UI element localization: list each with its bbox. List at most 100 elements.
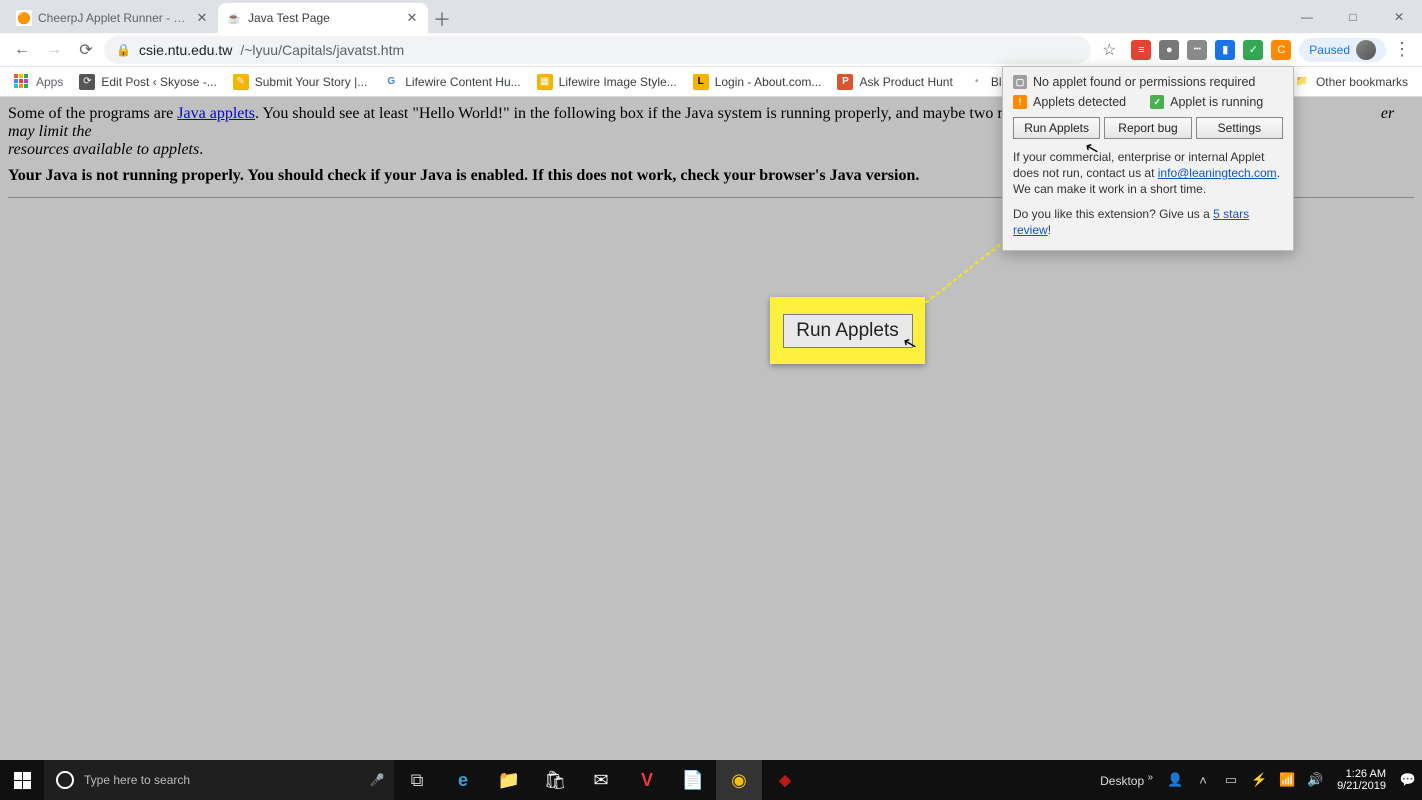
run-applets-button-highlight[interactable]: Run Applets (783, 314, 913, 348)
text-italic: resources available to applets (8, 141, 199, 158)
bm-label: Edit Post ‹ Skyose -... (101, 75, 216, 89)
volume-icon[interactable]: 🔊 (1301, 772, 1329, 788)
start-button[interactable] (0, 760, 44, 800)
omnibox[interactable]: 🔒 csie.ntu.edu.tw /~lyuu/Capitals/javatst… (104, 36, 1091, 64)
folder-icon: 📁 (1294, 74, 1310, 90)
bookmark-item[interactable]: G Lifewire Content Hu... (377, 69, 526, 95)
profile-label: Paused (1309, 43, 1350, 57)
window-controls: — □ ✕ (1284, 0, 1422, 33)
report-bug-button[interactable]: Report bug (1104, 117, 1191, 139)
action-center-icon[interactable]: 💬 (1394, 772, 1422, 788)
cheerpj-popup: ▢ No applet found or permissions require… (1002, 66, 1294, 251)
taskbar-search[interactable]: Type here to search (44, 760, 360, 800)
bm-label: Other bookmarks (1316, 75, 1408, 89)
mcafee-icon[interactable]: ⬥ (762, 760, 808, 800)
bookmark-item[interactable]: ✎Submit Your Story |... (227, 69, 374, 95)
bm-favicon: P (837, 74, 853, 90)
bm-label: Apps (36, 75, 63, 89)
bm-favicon: ⟳ (79, 74, 95, 90)
ext-pass-icon[interactable]: ••• (1187, 40, 1207, 60)
mic-icon[interactable]: 🎤 (360, 760, 394, 800)
windows-logo-icon (14, 772, 31, 789)
browser-window: 🟠 CheerpJ Applet Runner - Chrome ✕ ☕ Jav… (0, 0, 1422, 800)
bookmark-item[interactable]: L Login - About.com... (687, 69, 828, 95)
time-text: 1:26 AM (1337, 768, 1386, 780)
close-icon[interactable]: ✕ (404, 10, 420, 26)
url-path: /~lyuu/Capitals/javatst.htm (240, 42, 404, 58)
file-explorer-icon[interactable]: 📁 (486, 760, 532, 800)
connector-line (920, 237, 1010, 307)
tab-strip: 🟠 CheerpJ Applet Runner - Chrome ✕ ☕ Jav… (0, 0, 1422, 33)
popup-button-row: Run Applets Report bug Settings (1013, 117, 1283, 139)
maximize-button[interactable]: □ (1330, 0, 1376, 33)
kebab-menu-icon[interactable]: ⋮ (1390, 39, 1414, 60)
task-view-button[interactable]: ⧉ (394, 760, 440, 800)
shield-orange-icon: ! (1013, 95, 1027, 109)
tab-cheerpj[interactable]: 🟠 CheerpJ Applet Runner - Chrome ✕ (8, 3, 218, 33)
chrome-icon[interactable]: ◉ (716, 760, 762, 800)
bm-favicon: ▦ (537, 74, 553, 90)
extension-icons: ≡ ● ••• ▮ ✓ C (1127, 40, 1295, 60)
tab-java-test[interactable]: ☕ Java Test Page ✕ (218, 3, 428, 33)
edge-icon[interactable]: e (440, 760, 486, 800)
clock[interactable]: 1:26 AM 9/21/2019 (1329, 768, 1394, 792)
popup-status-row: !Applets detected ✓Applet is running (1013, 95, 1283, 109)
windows-taskbar: Type here to search 🎤 ⧉ e 📁 🛍 ✉ V 📄 ◉ ⬥ … (0, 760, 1422, 800)
people-icon[interactable]: 👤 (1161, 772, 1189, 788)
address-bar-row: ← → ⟳ 🔒 csie.ntu.edu.tw /~lyuu/Capitals/j… (0, 33, 1422, 67)
bookmark-item[interactable]: PAsk Product Hunt (831, 69, 958, 95)
bm-favicon: G (383, 74, 399, 90)
reload-button[interactable]: ⟳ (72, 36, 100, 64)
text: . (199, 141, 203, 158)
bm-favicon: • (969, 74, 985, 90)
star-icon[interactable]: ☆ (1095, 36, 1123, 64)
desktop-toolbar[interactable]: Desktop » (1092, 772, 1161, 788)
new-tab-button[interactable]: ＋ (428, 5, 456, 33)
ext-todoist-icon[interactable]: ≡ (1131, 40, 1151, 60)
ext-green-icon[interactable]: ✓ (1243, 40, 1263, 60)
lock-icon: 🔒 (116, 43, 131, 57)
forward-button[interactable]: → (40, 36, 68, 64)
popup-status-text: Applets detected (1033, 95, 1126, 109)
close-window-button[interactable]: ✕ (1376, 0, 1422, 33)
apps-grid-icon (14, 74, 30, 90)
power-icon[interactable]: ⚡ (1245, 772, 1273, 788)
bm-label: Login - About.com... (715, 75, 822, 89)
url-host: csie.ntu.edu.tw (139, 42, 232, 58)
favicon-cheerpj: 🟠 (16, 10, 32, 26)
apps-button[interactable]: Apps (8, 69, 69, 95)
ext-grey-icon[interactable]: ● (1159, 40, 1179, 60)
profile-chip[interactable]: Paused (1299, 38, 1386, 62)
java-applets-link[interactable]: Java applets (177, 105, 255, 122)
ext-blue-icon[interactable]: ▮ (1215, 40, 1235, 60)
favicon-java: ☕ (226, 10, 242, 26)
mail-icon[interactable]: ✉ (578, 760, 624, 800)
popup-note: If your commercial, enterprise or intern… (1013, 149, 1283, 198)
bm-label: Lifewire Content Hu... (405, 75, 520, 89)
notepad-icon[interactable]: 📄 (670, 760, 716, 800)
vivaldi-icon[interactable]: V (624, 760, 670, 800)
bookmark-item[interactable]: ▦Lifewire Image Style... (531, 69, 683, 95)
back-button[interactable]: ← (8, 36, 36, 64)
tab-title: Java Test Page (248, 11, 398, 25)
battery-icon[interactable]: ▭ (1217, 772, 1245, 788)
search-placeholder: Type here to search (84, 773, 190, 787)
ext-cheerpj-icon[interactable]: C (1271, 40, 1291, 60)
tray-chevron-icon[interactable]: ˄ (1189, 773, 1217, 788)
other-bookmarks[interactable]: 📁 Other bookmarks (1288, 69, 1414, 95)
shield-green-icon: ✓ (1150, 95, 1164, 109)
run-applets-button[interactable]: Run Applets (1013, 117, 1100, 139)
bm-favicon: L (693, 74, 709, 90)
popup-status-text: No applet found or permissions required (1033, 75, 1255, 89)
wifi-icon[interactable]: 📶 (1273, 772, 1301, 788)
run-applets-callout: Run Applets ↖ (770, 297, 925, 364)
bm-favicon: ✎ (233, 74, 249, 90)
close-icon[interactable]: ✕ (194, 10, 210, 26)
text: . You should see at least "Hello World!"… (255, 105, 1073, 122)
bookmark-item[interactable]: ⟳ Edit Post ‹ Skyose -... (73, 69, 222, 95)
contact-email-link[interactable]: info@leaningtech.com (1158, 166, 1277, 180)
tab-title: CheerpJ Applet Runner - Chrome (38, 11, 188, 25)
settings-button[interactable]: Settings (1196, 117, 1283, 139)
store-icon[interactable]: 🛍 (532, 760, 578, 800)
minimize-button[interactable]: — (1284, 0, 1330, 33)
